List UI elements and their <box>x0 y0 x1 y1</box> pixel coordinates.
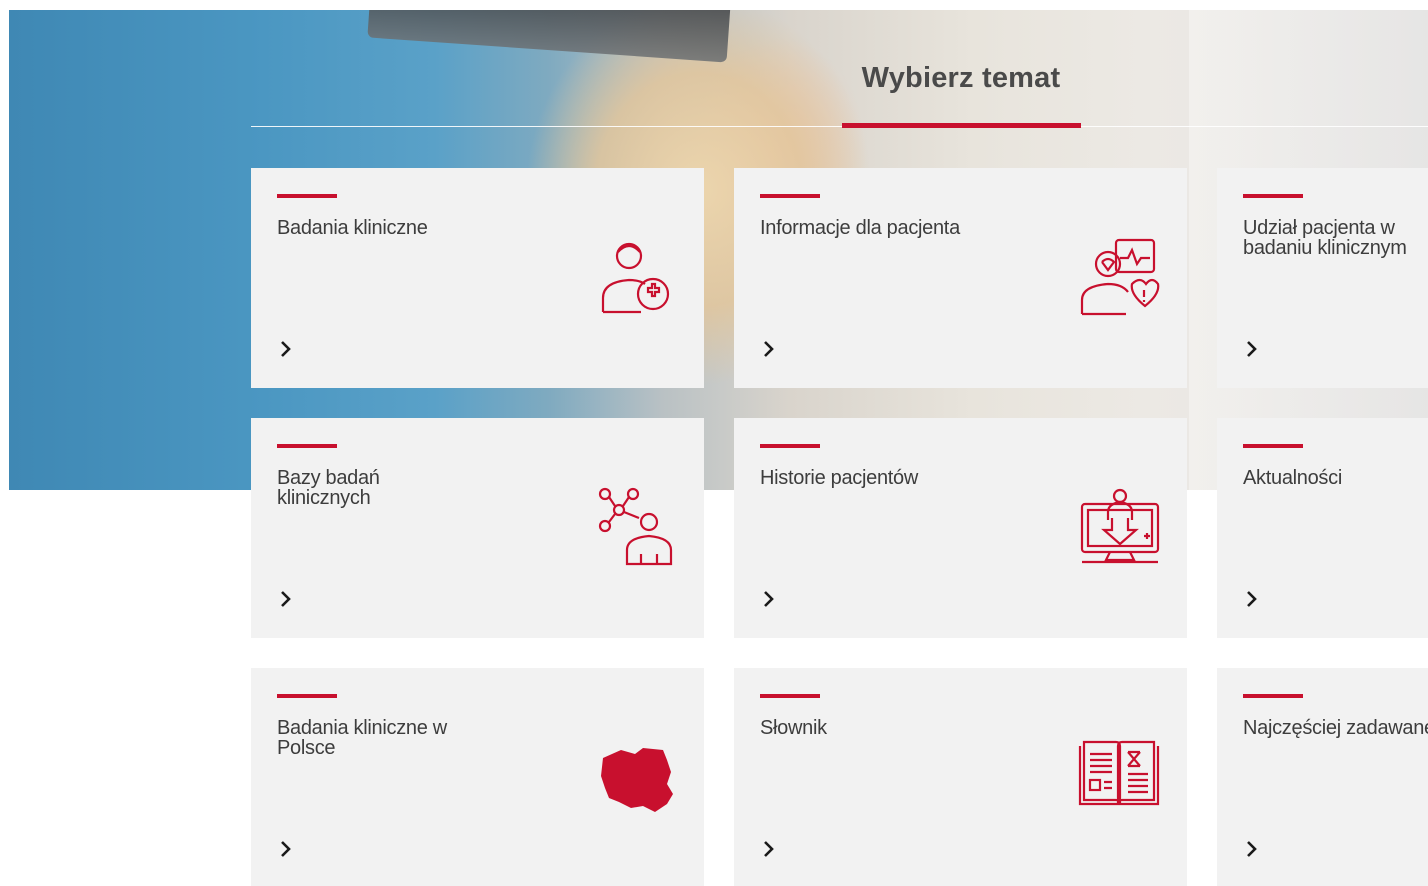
tile-accent-bar <box>760 444 820 448</box>
tile-aktualnosci[interactable]: Aktualności <box>1217 418 1428 638</box>
tile-accent-bar <box>760 694 820 698</box>
chevron-right-icon <box>1241 838 1263 860</box>
tile-accent-bar <box>1243 444 1303 448</box>
tile-udzial-pacjenta[interactable]: Udział pacjenta w badaniu klinicznym <box>1217 168 1428 388</box>
page: Wybierz temat Badania kliniczne Informac… <box>0 0 1428 886</box>
chevron-right-icon <box>275 588 297 610</box>
network-person-icon <box>591 482 681 572</box>
tile-accent-bar <box>277 444 337 448</box>
tile-label: Badania kliniczne <box>277 217 428 239</box>
tile-label: Historie pacjentów <box>760 467 919 489</box>
tile-label: Bazy badań klinicznych <box>277 467 380 509</box>
tile-label: Udział pacjenta w badaniu klinicznym <box>1243 217 1407 259</box>
tile-historie-pacjentow[interactable]: Historie pacjentów <box>734 418 1187 638</box>
tile-slownik[interactable]: Słownik <box>734 668 1187 886</box>
tile-badania-kliniczne-w-polsce[interactable]: Badania kliniczne w Polsce <box>251 668 704 886</box>
monitor-patient-icon <box>1074 482 1164 572</box>
tile-label: Słownik <box>760 717 827 739</box>
tile-label: Aktualności <box>1243 467 1342 489</box>
tile-accent-bar <box>760 194 820 198</box>
tile-najczesciej-zadawane-pytania[interactable]: Najczęściej zadawane pytania <box>1217 668 1428 886</box>
open-book-icon <box>1074 732 1164 822</box>
tile-label: Najczęściej zadawane pytania <box>1243 717 1428 739</box>
title-divider <box>251 126 1428 127</box>
tile-informacje-dla-pacjenta[interactable]: Informacje dla pacjenta <box>734 168 1187 388</box>
chevron-right-icon <box>1241 338 1263 360</box>
patient-heart-monitor-icon <box>1074 232 1164 322</box>
tile-label: Informacje dla pacjenta <box>760 217 960 239</box>
poland-map-icon <box>591 732 681 822</box>
chevron-right-icon <box>275 338 297 360</box>
tile-accent-bar <box>1243 694 1303 698</box>
hero-background-photo <box>9 10 1428 490</box>
chevron-right-icon <box>275 838 297 860</box>
tile-bazy-badan-klinicznych[interactable]: Bazy badań klinicznych <box>251 418 704 638</box>
chevron-right-icon <box>758 588 780 610</box>
tile-accent-bar <box>277 694 337 698</box>
chevron-right-icon <box>1241 588 1263 610</box>
chevron-right-icon <box>758 338 780 360</box>
patient-plus-icon <box>591 232 681 322</box>
tile-badania-kliniczne[interactable]: Badania kliniczne <box>251 168 704 388</box>
chevron-right-icon <box>758 838 780 860</box>
tile-label: Badania kliniczne w Polsce <box>277 717 447 759</box>
tile-accent-bar <box>1243 194 1303 198</box>
title-accent-bar <box>842 123 1081 128</box>
tile-accent-bar <box>277 194 337 198</box>
section-title: Wybierz temat <box>861 62 1061 94</box>
